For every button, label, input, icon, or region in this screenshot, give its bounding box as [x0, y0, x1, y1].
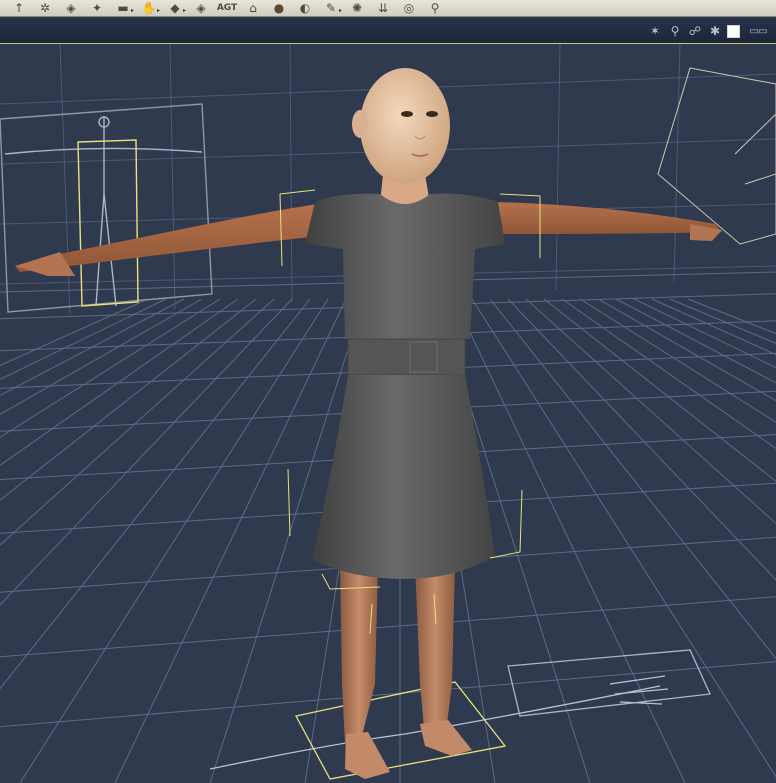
morph-tool[interactable]: ◆ ▸: [164, 1, 186, 16]
figure-dress: [305, 193, 505, 579]
wand-tool-icon: ⚲: [430, 0, 440, 15]
cloth-tool-icon: ◐: [299, 0, 311, 15]
3d-viewport[interactable]: [0, 44, 776, 783]
chain-tool[interactable]: ⇊: [372, 1, 394, 16]
translate-tool-icon: ◈: [66, 0, 76, 15]
morph-tool-icon: ◆: [170, 0, 180, 15]
scale-tool[interactable]: ▬ ▸: [112, 1, 134, 16]
submenu-arrow-icon: ▸: [130, 6, 134, 14]
text-tool-icon: AGT: [216, 2, 238, 13]
hand-tool[interactable]: ✋ ▸: [138, 1, 160, 16]
scene-canvas[interactable]: [0, 44, 776, 783]
single-view-icon[interactable]: [727, 24, 740, 38]
submenu-arrow-icon: ▸: [182, 6, 186, 14]
target-tool-icon: ◎: [403, 0, 415, 15]
hand-tool-icon: ✋: [141, 0, 157, 15]
text-tool[interactable]: AGT: [216, 1, 238, 16]
rotate-tool[interactable]: ↑: [8, 1, 30, 16]
camera-icon[interactable]: ⚲: [667, 23, 683, 39]
figure-icon[interactable]: ☍: [687, 23, 703, 39]
light-icon[interactable]: ✶: [647, 23, 663, 39]
viewport-controls: ✶ ⚲ ☍ ✱ ▭▭: [647, 20, 776, 42]
twist-tool[interactable]: ✲: [34, 1, 56, 16]
cloth-tool[interactable]: ◐: [294, 1, 316, 16]
target-tool[interactable]: ◎: [398, 1, 420, 16]
direct-manipulation-tool[interactable]: ✦: [86, 1, 108, 16]
sphere-tool-icon: ●: [273, 0, 285, 15]
target-icon[interactable]: ✱: [707, 23, 723, 39]
rotate-tool-icon: ↑: [13, 0, 25, 15]
sphere-tool[interactable]: ●: [268, 1, 290, 16]
submenu-arrow-icon: ▸: [156, 6, 160, 14]
grouping-tool-icon: ◈: [196, 0, 206, 15]
background-skeleton: [0, 103, 213, 313]
figure-head: [352, 68, 450, 204]
floor-skeleton: [209, 649, 711, 780]
tool-bar: ↑ ✲ ◈ ✦ ▬ ▸ ✋ ▸ ◆ ▸ ◈ AGT ⌂ ● ◐ ✎ ▸ ✺ ⇊ ◎ ⚲: [0, 0, 776, 17]
translate-tool[interactable]: ◈: [60, 1, 82, 16]
figure-legs: [340, 564, 472, 779]
house-tool-icon: ⌂: [249, 0, 257, 15]
twist-tool-icon: ✲: [39, 0, 51, 15]
layout-view-icon[interactable]: ▭▭: [744, 23, 772, 39]
scale-tool-icon: ▬: [117, 0, 129, 15]
chain-tool-icon: ⇊: [377, 0, 389, 15]
bone-tool[interactable]: ✎ ▸: [320, 1, 342, 16]
submenu-arrow-icon: ▸: [338, 6, 342, 14]
grouping-tool[interactable]: ◈: [190, 1, 212, 16]
joint-tool-icon: ✺: [351, 0, 363, 15]
wand-tool[interactable]: ⚲: [424, 1, 446, 16]
bone-tool-icon: ✎: [325, 0, 337, 15]
direct-manipulation-tool-icon: ✦: [91, 0, 103, 15]
joint-tool[interactable]: ✺: [346, 1, 368, 16]
house-tool[interactable]: ⌂: [242, 1, 264, 16]
